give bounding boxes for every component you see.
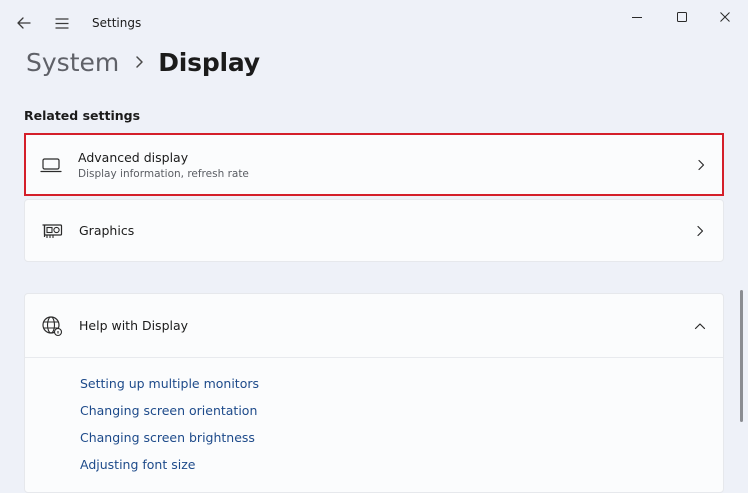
app-title: Settings bbox=[92, 16, 142, 30]
help-with-display-card: Help with Display Setting up multiple mo… bbox=[24, 293, 724, 493]
help-with-display-header[interactable]: Help with Display bbox=[25, 294, 723, 357]
graphics-row[interactable]: Graphics bbox=[25, 200, 723, 261]
back-button[interactable] bbox=[10, 10, 38, 36]
page-title: Display bbox=[158, 47, 260, 77]
advanced-display-subtitle: Display information, refresh rate bbox=[78, 167, 249, 180]
advanced-display-row[interactable]: Advanced display Display information, re… bbox=[26, 135, 722, 194]
help-with-display-title: Help with Display bbox=[79, 318, 189, 333]
help-link-screen-orientation[interactable]: Changing screen orientation bbox=[80, 403, 259, 430]
chevron-right-icon bbox=[135, 55, 144, 69]
help-link-screen-brightness[interactable]: Changing screen brightness bbox=[80, 430, 259, 457]
help-link-multiple-monitors[interactable]: Setting up multiple monitors bbox=[80, 376, 259, 403]
help-links-list: Setting up multiple monitors Changing sc… bbox=[80, 376, 259, 484]
maximize-button[interactable] bbox=[662, 4, 702, 30]
related-settings-heading: Related settings bbox=[24, 108, 141, 123]
advanced-display-text: Advanced display Display information, re… bbox=[78, 150, 249, 180]
minimize-icon bbox=[632, 17, 642, 18]
advanced-display-card[interactable]: Advanced display Display information, re… bbox=[24, 133, 724, 196]
title-bar: Settings bbox=[0, 0, 748, 46]
back-arrow-icon bbox=[17, 17, 31, 29]
close-button[interactable] bbox=[705, 4, 745, 30]
close-icon bbox=[720, 12, 730, 22]
laptop-icon bbox=[39, 153, 63, 177]
breadcrumb: System Display bbox=[26, 42, 260, 82]
vertical-scrollbar[interactable] bbox=[740, 290, 743, 422]
graphics-title: Graphics bbox=[79, 223, 135, 238]
breadcrumb-system-link[interactable]: System bbox=[26, 48, 119, 77]
globe-icon bbox=[40, 314, 64, 338]
chevron-up-icon[interactable] bbox=[693, 319, 707, 333]
graphics-text: Graphics bbox=[79, 223, 134, 238]
graphics-card[interactable]: Graphics bbox=[24, 199, 724, 262]
hamburger-icon bbox=[55, 17, 69, 29]
chevron-right-icon bbox=[693, 224, 707, 238]
chevron-right-icon bbox=[694, 158, 708, 172]
minimize-button[interactable] bbox=[617, 4, 657, 30]
navigation-menu-button[interactable] bbox=[48, 10, 76, 36]
advanced-display-title: Advanced display bbox=[78, 149, 189, 165]
help-with-display-text: Help with Display bbox=[79, 318, 188, 333]
divider bbox=[25, 357, 723, 358]
maximize-icon bbox=[677, 12, 687, 22]
graphics-card-icon bbox=[40, 219, 64, 243]
